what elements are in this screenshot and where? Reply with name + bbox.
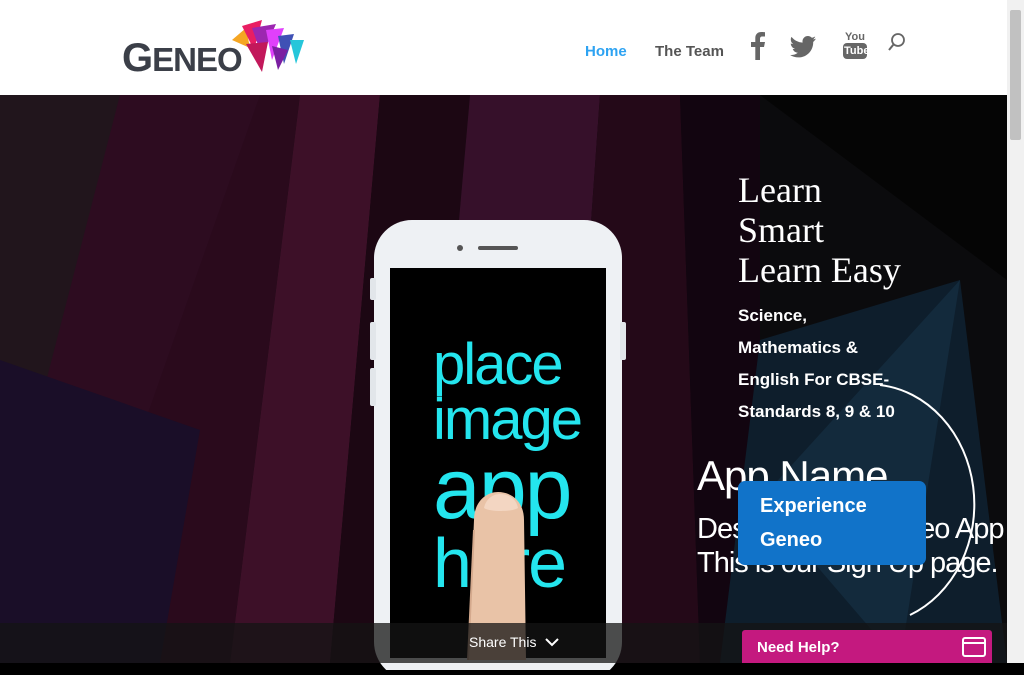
chevron-down-icon — [545, 638, 560, 647]
site-header: GENEO Home The Team You Tube — [0, 0, 1007, 95]
phone-screen-line: place — [433, 332, 564, 397]
youtube-icon[interactable]: You Tube — [843, 31, 869, 59]
need-help-label: Need Help? — [757, 639, 840, 656]
twitter-icon[interactable] — [790, 36, 816, 58]
nav-the-team[interactable]: The Team — [655, 43, 724, 60]
nav-home[interactable]: Home — [585, 43, 627, 60]
hero-subtitle: Science, Mathematics & English For CBSE-… — [738, 306, 895, 421]
experience-geneo-button[interactable]: Experience Geneo — [738, 481, 926, 565]
share-this-button[interactable]: Share This — [469, 634, 560, 650]
need-help-widget[interactable]: Need Help? — [742, 630, 992, 663]
search-icon[interactable] — [887, 32, 907, 52]
logo-triangles-icon — [232, 20, 304, 72]
page-scrollbar[interactable] — [1007, 0, 1024, 663]
geneo-logo[interactable]: GENEO — [122, 18, 307, 80]
hero-title: Learn Smart Learn Easy — [738, 170, 901, 290]
facebook-icon[interactable] — [749, 30, 767, 60]
chat-window-icon — [962, 637, 986, 657]
scrollbar-thumb[interactable] — [1010, 10, 1021, 140]
logo-wordmark: GENEO — [122, 36, 243, 80]
